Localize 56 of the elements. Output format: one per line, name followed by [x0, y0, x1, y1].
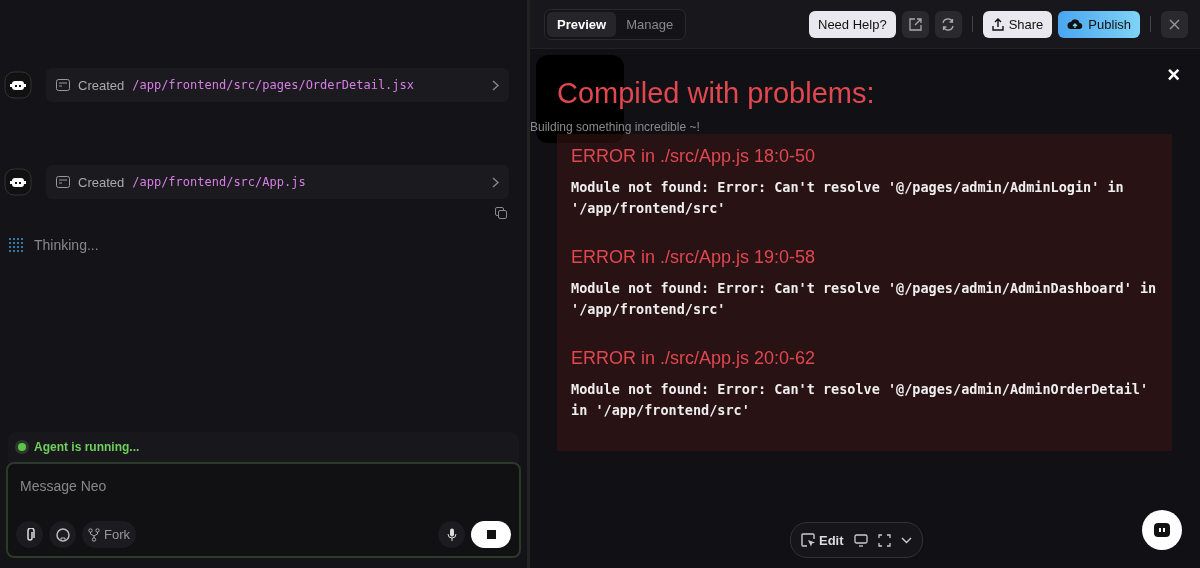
stop-button[interactable] [471, 521, 511, 548]
edit-button[interactable]: Edit [801, 532, 844, 548]
help-button[interactable]: Need Help? [809, 10, 896, 38]
action-label: Created [78, 174, 125, 190]
fullscreen-icon[interactable] [877, 533, 891, 547]
error-heading: ERROR in ./src/App.js 19:0-58 [571, 247, 817, 268]
fork-button[interactable]: Fork [82, 521, 136, 548]
publish-button[interactable]: Publish [1058, 10, 1140, 38]
error-message: Module not found: Error: Can't resolve '@/pages/admin/AdminDashboard' in '/app/frontend/src' [571, 279, 1158, 319]
error-heading: ERROR in ./src/App.js 18:0-50 [571, 146, 817, 167]
status-dot-icon [18, 443, 26, 451]
attach-button[interactable] [16, 521, 43, 548]
open-external-button[interactable] [901, 10, 929, 38]
terminal-icon [56, 176, 70, 188]
view-tab[interactable]: Preview [547, 11, 617, 37]
close-icon [1169, 18, 1180, 30]
paperclip-icon [24, 527, 35, 542]
cloud-upload-icon [1067, 18, 1084, 30]
copy-icon[interactable] [495, 207, 507, 219]
upload-icon [991, 17, 1004, 31]
robot-icon [4, 71, 32, 99]
file-created-card[interactable]: Created /app/frontend/src/pages/OrderDetail.jsx [46, 68, 509, 102]
error-heading: ERROR in ./src/App.js 20:0-62 [571, 348, 817, 369]
github-button[interactable] [49, 521, 76, 548]
share-button[interactable]: Share [982, 10, 1053, 38]
file-path: /app/frontend/src/pages/OrderDetail.jsx [132, 78, 415, 92]
overlay-close-button[interactable]: × [1161, 61, 1186, 89]
file-created-card[interactable]: Created /app/frontend/src/App.js [46, 165, 509, 199]
refresh-icon [941, 17, 956, 31]
chevron-right-icon [492, 176, 499, 188]
robot-icon [4, 168, 32, 196]
loading-text: Building something incredible ~! [530, 120, 700, 134]
chevron-right-icon [492, 79, 499, 91]
external-link-icon [908, 17, 922, 31]
close-button[interactable] [1161, 10, 1188, 38]
terminal-icon [56, 79, 70, 91]
chevron-down-icon[interactable] [900, 536, 912, 544]
message-field[interactable]: Message Neo Fork [6, 462, 521, 558]
robot-face-icon [1153, 522, 1171, 538]
stop-icon [486, 530, 496, 539]
microphone-button[interactable] [438, 521, 465, 548]
file-path: /app/frontend/src/App.js [132, 175, 307, 189]
cursor-icon [801, 532, 816, 548]
refresh-button[interactable] [934, 10, 962, 38]
fork-icon [88, 527, 100, 542]
agent-status: Agent is running... [34, 440, 140, 454]
error-message: Module not found: Error: Can't resolve '@/pages/admin/AdminLogin' in '/app/frontend/src' [571, 178, 1125, 218]
view-tab[interactable]: Manage [616, 11, 684, 37]
action-label: Created [78, 77, 125, 93]
chat-bot-button[interactable] [1142, 510, 1182, 550]
monitor-icon[interactable] [853, 533, 868, 547]
grid-dots-icon [8, 237, 24, 253]
error-message: Module not found: Error: Can't resolve '@/pages/admin/AdminOrderDetail' in '/app/frontend/src' [571, 380, 1150, 420]
microphone-icon [446, 527, 457, 542]
thinking-text: Thinking... [34, 237, 99, 253]
overlay-title: Compiled with problems: [557, 77, 876, 110]
